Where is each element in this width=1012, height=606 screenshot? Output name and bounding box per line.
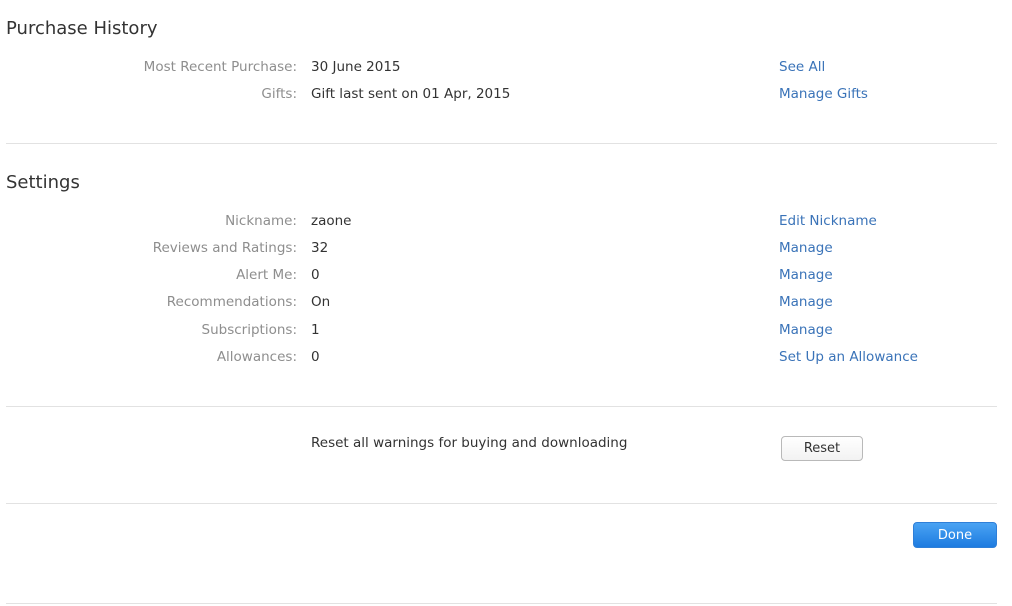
nickname-value: zaone <box>311 213 352 229</box>
alert-me-row: Alert Me: 0 Manage <box>0 265 1012 285</box>
subscriptions-row: Subscriptions: 1 Manage <box>0 320 1012 340</box>
subscriptions-label: Subscriptions: <box>201 322 297 338</box>
reviews-ratings-row: Reviews and Ratings: 32 Manage <box>0 238 1012 258</box>
subscriptions-value: 1 <box>311 322 320 338</box>
manage-alerts-link[interactable]: Manage <box>779 265 833 285</box>
see-all-link[interactable]: See All <box>779 57 825 77</box>
section-divider <box>6 143 997 144</box>
section-divider <box>6 406 997 407</box>
recommendations-value: On <box>311 294 331 310</box>
allowances-label: Allowances: <box>216 349 297 365</box>
recommendations-label: Recommendations: <box>166 294 297 310</box>
manage-reviews-link[interactable]: Manage <box>779 238 833 258</box>
section-divider <box>6 503 997 504</box>
gifts-label: Gifts: <box>261 86 297 102</box>
reviews-ratings-value: 32 <box>311 240 329 256</box>
most-recent-purchase-row: Most Recent Purchase: 30 June 2015 See A… <box>0 57 1012 77</box>
done-button[interactable]: Done <box>913 522 997 548</box>
manage-recommendations-link[interactable]: Manage <box>779 292 833 312</box>
manage-subscriptions-link[interactable]: Manage <box>779 320 833 340</box>
allowances-row: Allowances: 0 Set Up an Allowance <box>0 347 1012 367</box>
nickname-row: Nickname: zaone Edit Nickname <box>0 211 1012 231</box>
gifts-row: Gifts: Gift last sent on 01 Apr, 2015 Ma… <box>0 84 1012 104</box>
reset-warnings-text: Reset all warnings for buying and downlo… <box>311 435 628 451</box>
set-up-allowance-link[interactable]: Set Up an Allowance <box>779 347 918 367</box>
bottom-divider <box>6 603 997 604</box>
settings-title: Settings <box>6 172 80 193</box>
nickname-label: Nickname: <box>225 213 297 229</box>
gifts-value: Gift last sent on 01 Apr, 2015 <box>311 86 511 102</box>
manage-gifts-link[interactable]: Manage Gifts <box>779 84 868 104</box>
edit-nickname-link[interactable]: Edit Nickname <box>779 211 877 231</box>
reviews-ratings-label: Reviews and Ratings: <box>152 240 297 256</box>
purchase-history-title: Purchase History <box>6 18 158 39</box>
alert-me-label: Alert Me: <box>236 267 297 283</box>
reset-button[interactable]: Reset <box>781 436 863 461</box>
most-recent-purchase-value: 30 June 2015 <box>311 59 401 75</box>
alert-me-value: 0 <box>311 267 320 283</box>
recommendations-row: Recommendations: On Manage <box>0 292 1012 312</box>
allowances-value: 0 <box>311 349 320 365</box>
most-recent-purchase-label: Most Recent Purchase: <box>143 59 297 75</box>
